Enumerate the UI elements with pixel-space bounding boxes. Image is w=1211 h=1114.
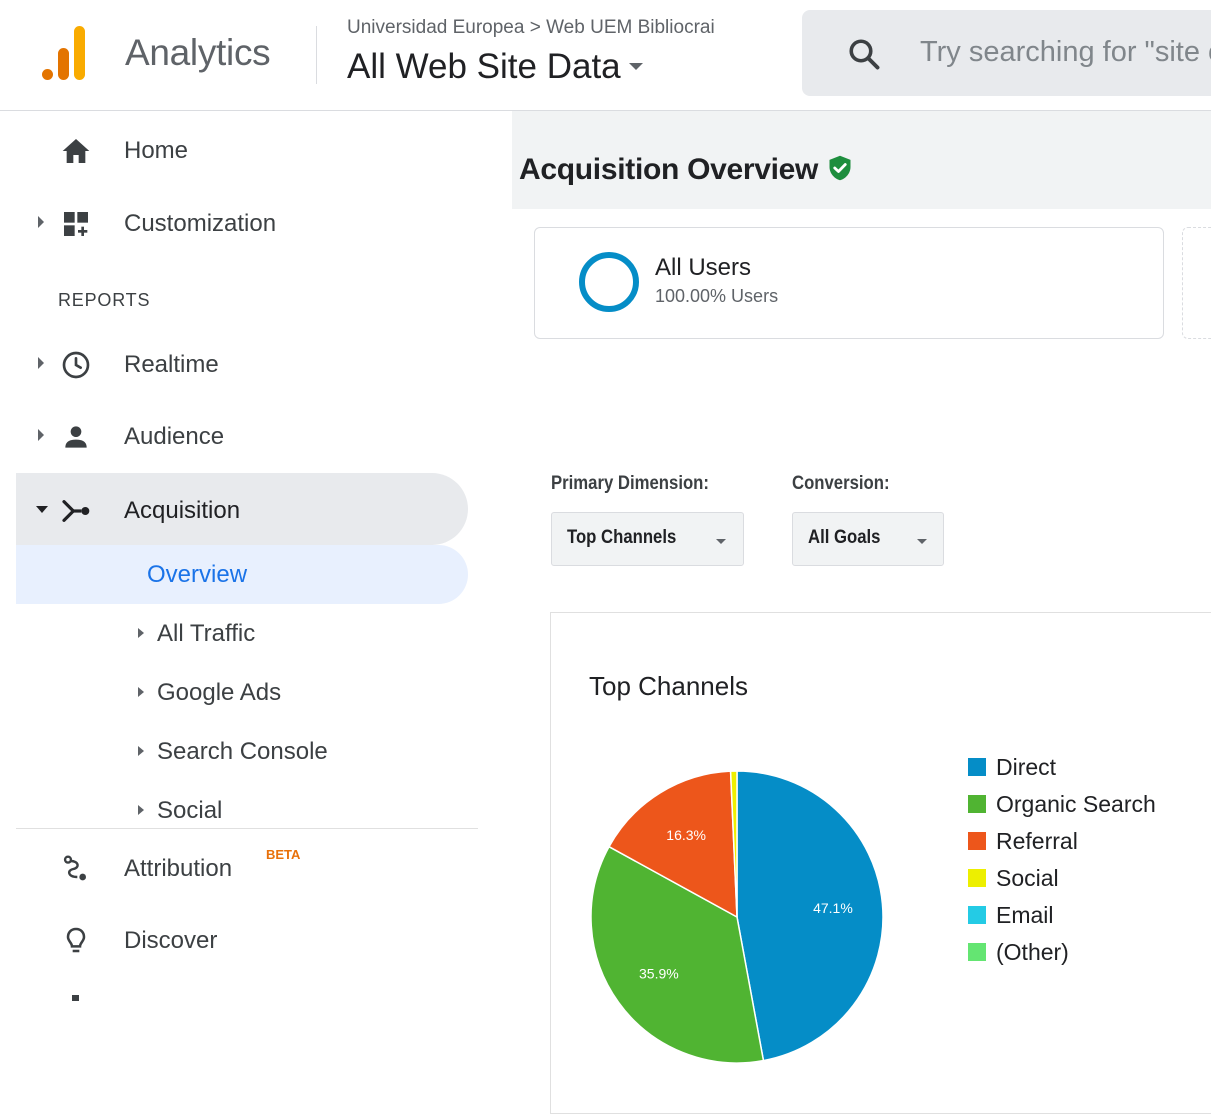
- verified-shield-icon: [829, 155, 851, 181]
- header-divider: [316, 26, 317, 84]
- legend-label: Referral: [996, 828, 1078, 854]
- pie-slice-label: 47.1%: [813, 900, 853, 916]
- expand-arrow-icon: [138, 687, 144, 697]
- sidebar-item-label: Customization: [124, 210, 277, 237]
- legend-label: Email: [996, 902, 1054, 928]
- clock-icon: [62, 351, 90, 379]
- sidebar-subitem-label: All Traffic: [157, 620, 256, 647]
- sidebar-item-acquisition[interactable]: Acquisition: [16, 473, 468, 545]
- report-content: All Users 100.00% Users Primary Dimensio…: [512, 209, 1211, 1114]
- sidebar-item-realtime[interactable]: Realtime: [16, 327, 468, 399]
- add-segment-placeholder[interactable]: [1182, 227, 1211, 339]
- page-title: Acquisition Overview: [519, 153, 854, 187]
- legend-swatch: [968, 869, 986, 887]
- segment-subtitle: 100.00% Users: [655, 286, 779, 306]
- sidebar-subitem-label: Search Console: [157, 738, 328, 765]
- page-title-text: Acquisition Overview: [519, 153, 819, 186]
- property-name: All Web Site Data: [347, 47, 621, 86]
- expand-arrow-icon: [38, 357, 44, 369]
- person-icon: [65, 426, 87, 448]
- segment-circle-icon: [579, 252, 639, 312]
- sidebar-subitem-label: Overview: [147, 561, 248, 588]
- property-selector[interactable]: All Web Site Data: [347, 47, 643, 87]
- lightbulb-icon: [66, 927, 86, 953]
- sidebar-subitem-label: Google Ads: [157, 679, 282, 706]
- analytics-logo-icon[interactable]: [42, 26, 90, 82]
- primary-dimension-dropdown[interactable]: Top Channels: [551, 512, 744, 566]
- sidebar-nav: Home Customization REPORTS Realtime Audi…: [0, 111, 512, 1001]
- sidebar-divider: [16, 828, 478, 829]
- pie-chart: 47.1% 35.9% 16.3%: [590, 771, 884, 1064]
- legend-swatch: [968, 758, 986, 776]
- caret-down-icon: [917, 539, 927, 544]
- sidebar-subitem-all-traffic[interactable]: All Traffic: [16, 604, 468, 663]
- sidebar-item-home[interactable]: Home: [16, 113, 468, 185]
- legend-label: Social: [996, 865, 1059, 891]
- conversion-label: Conversion:: [792, 473, 890, 494]
- sidebar-subitem-search-console[interactable]: Search Console: [16, 722, 468, 781]
- reports-section-label: REPORTS: [58, 290, 151, 310]
- acquisition-merge-icon: [62, 500, 90, 522]
- search-bar[interactable]: [802, 10, 1211, 96]
- account-breadcrumb[interactable]: Universidad Europea > Web UEM Bibliocrai: [347, 17, 715, 39]
- top-channels-chart-card: Top Channels 47.1% 35.9% 16.3% Direct Organ…: [550, 612, 1211, 1114]
- legend-swatch: [968, 795, 986, 813]
- expand-arrow-icon: [38, 216, 44, 228]
- legend-swatch: [968, 943, 986, 961]
- sidebar-subitem-google-ads[interactable]: Google Ads: [16, 663, 468, 722]
- main-content: Acquisition Overview All Users 100.00% U…: [512, 111, 1211, 1114]
- sidebar-subitem-overview[interactable]: Overview: [16, 545, 468, 604]
- legend-label: Organic Search: [996, 791, 1156, 817]
- pie-slice-label: 16.3%: [666, 827, 706, 843]
- dropdown-value: All Goals: [808, 527, 881, 548]
- beta-badge: BETA: [266, 847, 301, 862]
- pie-slice-direct[interactable]: [736, 771, 884, 1062]
- caret-down-icon: [716, 539, 726, 544]
- legend-label: Direct: [996, 754, 1057, 780]
- dashboard-add-icon: [64, 212, 88, 236]
- segment-name: All Users: [655, 254, 752, 281]
- expand-arrow-icon: [38, 429, 44, 441]
- legend-label: (Other): [996, 939, 1069, 965]
- sidebar-subitem-label: Social: [157, 797, 223, 824]
- legend-swatch: [968, 906, 986, 924]
- admin-icon[interactable]: [72, 995, 79, 1001]
- app-header: Analytics Universidad Europea > Web UEM …: [0, 0, 1211, 111]
- sidebar-item-label: Acquisition: [124, 497, 241, 524]
- sidebar-item-label: Realtime: [124, 351, 219, 378]
- search-icon: [849, 39, 880, 70]
- search-input[interactable]: [920, 32, 1211, 72]
- sidebar-item-label: Audience: [124, 423, 225, 450]
- attribution-path-icon: [63, 855, 86, 881]
- sidebar-item-label: Attribution: [124, 855, 233, 882]
- legend-swatch: [968, 832, 986, 850]
- chart-title: Top Channels: [589, 671, 748, 701]
- expand-arrow-icon: [138, 805, 144, 815]
- collapse-arrow-icon: [36, 506, 48, 513]
- sidebar-item-customization[interactable]: Customization: [16, 186, 468, 258]
- sidebar-item-audience[interactable]: Audience: [16, 399, 468, 471]
- sidebar-item-discover[interactable]: Discover: [16, 903, 468, 975]
- sidebar-item-label: Discover: [124, 927, 218, 954]
- expand-arrow-icon: [138, 746, 144, 756]
- primary-dimension-label: Primary Dimension:: [551, 473, 709, 494]
- pie-slice-label: 35.9%: [639, 965, 679, 981]
- conversion-dropdown[interactable]: All Goals: [792, 512, 944, 566]
- sidebar-item-attribution[interactable]: Attribution BETA: [16, 831, 468, 903]
- caret-down-icon: [628, 63, 643, 71]
- expand-arrow-icon: [138, 628, 144, 638]
- app-name: Analytics: [125, 32, 271, 73]
- dropdown-value: Top Channels: [567, 527, 677, 548]
- home-icon: [62, 139, 90, 163]
- segment-card[interactable]: All Users 100.00% Users: [534, 227, 1164, 339]
- sidebar-item-label: Home: [124, 137, 189, 164]
